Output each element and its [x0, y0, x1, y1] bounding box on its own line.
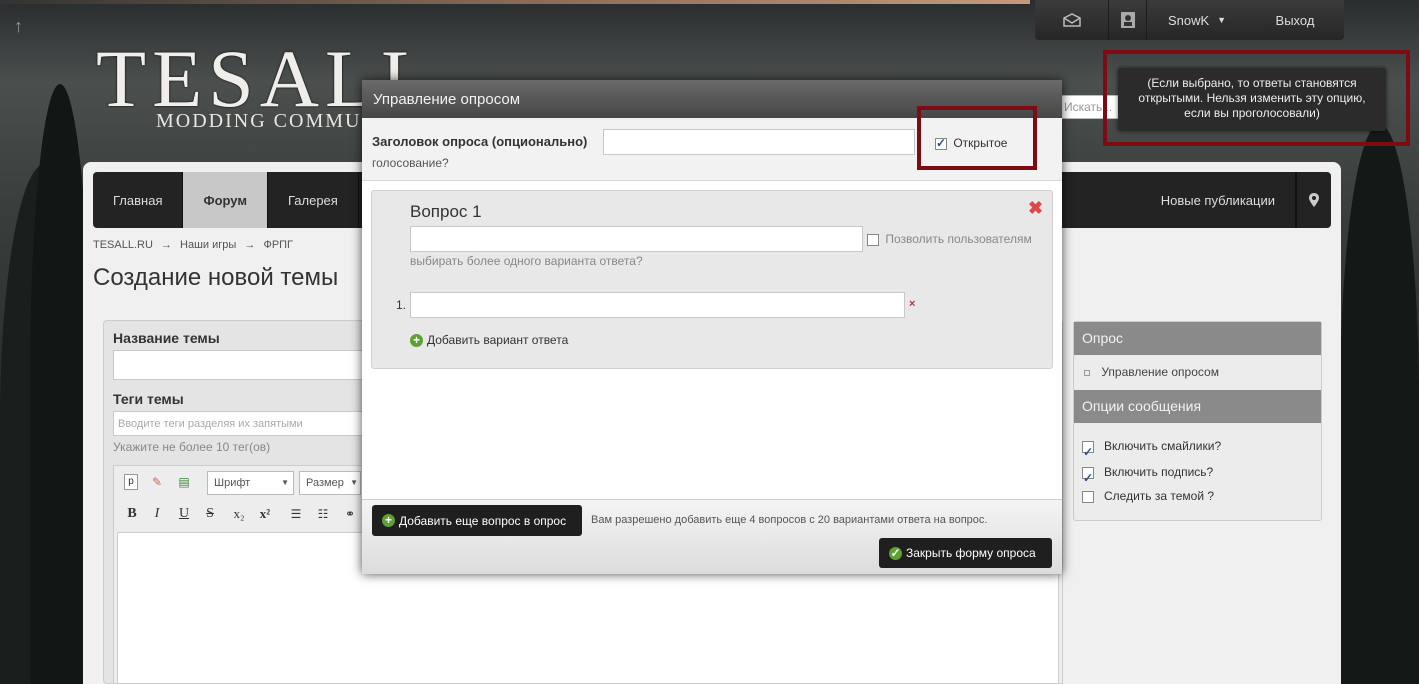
- manage-poll-label: Управление опросом: [1101, 365, 1219, 379]
- subscript-icon[interactable]: x₂: [230, 505, 248, 523]
- font-select[interactable]: Шрифт ▼: [207, 471, 294, 495]
- signature-checkbox[interactable]: [1082, 465, 1094, 491]
- nav-item-forum[interactable]: Форум: [183, 172, 268, 228]
- option-follow[interactable]: Следить за темой ?: [1082, 483, 1313, 509]
- option-label: Включить подпись?: [1104, 465, 1214, 479]
- topic-tags-input[interactable]: Вводите теги разделяя их запятыми: [113, 411, 363, 436]
- manage-poll-link[interactable]: Управление опросом: [1074, 355, 1321, 390]
- nav-item-gallery[interactable]: Галерея: [268, 172, 359, 228]
- add-answer-label: Добавить вариант ответа: [427, 333, 569, 347]
- question-input[interactable]: [410, 226, 863, 252]
- poll-section-title: Опрос: [1074, 322, 1321, 355]
- delete-answer-icon[interactable]: ×: [909, 298, 915, 310]
- add-answer-link[interactable]: + Добавить вариант ответа: [410, 333, 568, 347]
- mail-icon[interactable]: [1035, 0, 1109, 40]
- topic-title-input[interactable]: [113, 350, 363, 380]
- bullet-list-icon[interactable]: ☰: [287, 505, 305, 523]
- close-poll-button[interactable]: ✓ Закрыть форму опроса: [879, 538, 1052, 568]
- strikethrough-icon[interactable]: S: [201, 505, 219, 523]
- smilies-checkbox[interactable]: [1082, 439, 1094, 465]
- superscript-icon[interactable]: x²: [256, 505, 274, 523]
- numbered-list-icon[interactable]: ☷: [314, 505, 332, 523]
- poll-title-label: Заголовок опроса (опционально): [372, 134, 588, 149]
- open-vote-label-cont: голосование?: [372, 156, 449, 170]
- scroll-up-arrow[interactable]: ↑: [14, 16, 23, 37]
- table-icon[interactable]: ▤: [175, 473, 193, 491]
- delete-question-icon[interactable]: ✖: [1028, 199, 1043, 217]
- topic-title-label: Название темы: [113, 330, 220, 346]
- underline-icon[interactable]: U: [175, 505, 193, 523]
- user-menu[interactable]: SnowK ▼: [1147, 0, 1247, 40]
- option-smilies[interactable]: Включить смайлики?: [1082, 433, 1313, 465]
- check-icon: ✓: [889, 545, 902, 560]
- sidebar: Опрос Управление опросом Опции сообщения…: [1073, 321, 1322, 521]
- breadcrumb-arrow: →: [160, 239, 172, 251]
- follow-checkbox[interactable]: [1082, 490, 1094, 503]
- option-label: Следить за темой ?: [1104, 489, 1215, 503]
- breadcrumb-arrow: →: [244, 239, 256, 251]
- plus-icon: +: [410, 334, 423, 347]
- font-select-value: Шрифт: [214, 477, 251, 489]
- add-question-button[interactable]: + Добавить еще вопрос в опрос: [372, 505, 582, 536]
- location-pin-icon[interactable]: [1296, 172, 1331, 228]
- user-name: SnowK: [1167, 12, 1210, 28]
- nav-item-new-posts[interactable]: Новые публикации: [1141, 172, 1296, 228]
- option-label: Включить смайлики?: [1104, 439, 1222, 453]
- close-poll-label: Закрыть форму опроса: [906, 546, 1036, 560]
- bullet-icon: [1084, 369, 1090, 376]
- chevron-down-icon: ▼: [1217, 15, 1227, 25]
- link-icon[interactable]: ⚭: [341, 505, 359, 523]
- logout-link[interactable]: Выход: [1247, 0, 1343, 40]
- chevron-down-icon: ▼: [350, 478, 358, 487]
- option-signature[interactable]: Включить подпись?: [1082, 459, 1313, 491]
- question-title: Вопрос 1: [410, 202, 482, 221]
- multi-answer-checkbox[interactable]: [867, 233, 879, 246]
- multi-answer-label-cont: выбирать более одного варианта ответа?: [410, 254, 643, 268]
- profile-icon[interactable]: [1109, 0, 1147, 40]
- source-icon[interactable]: p: [124, 474, 138, 490]
- breadcrumb-home[interactable]: TESALL.RU: [93, 239, 153, 251]
- poll-title-input[interactable]: [603, 129, 915, 155]
- user-bar: SnowK ▼ Выход: [1035, 0, 1344, 40]
- limits-note: Вам разрешено добавить еще 4 вопросов с …: [591, 514, 988, 526]
- answer-input[interactable]: [410, 292, 905, 318]
- plus-icon: +: [382, 514, 395, 527]
- multi-answer-label: Позволить пользователям: [885, 232, 1032, 246]
- post-options-title: Опции сообщения: [1074, 390, 1321, 423]
- italic-icon[interactable]: I: [148, 505, 166, 523]
- chevron-down-icon: ▼: [281, 478, 289, 487]
- size-select[interactable]: Размер ▼: [299, 471, 361, 495]
- page-title: Создание новой темы: [93, 264, 339, 291]
- highlight-box: [917, 106, 1037, 170]
- breadcrumb-frpg[interactable]: ФРПГ: [263, 239, 293, 251]
- add-question-label: Добавить еще вопрос в опрос: [399, 513, 567, 528]
- breadcrumb-games[interactable]: Наши игры: [180, 239, 236, 251]
- tags-hint: Укажите не более 10 тег(ов): [113, 440, 271, 454]
- eraser-icon[interactable]: ✎: [148, 473, 166, 491]
- topic-tags-label: Теги темы: [113, 391, 184, 407]
- bold-icon[interactable]: B: [123, 505, 141, 523]
- poll-modal: Управление опросом Заголовок опроса (опц…: [362, 80, 1062, 574]
- tooltip-highlight-box: [1103, 50, 1410, 146]
- nav-item-home[interactable]: Главная: [93, 172, 184, 228]
- multi-answer-option[interactable]: Позволить пользователям: [867, 232, 1032, 246]
- breadcrumb: TESALL.RU → Наши игры → ФРПГ: [93, 239, 293, 251]
- size-select-value: Размер: [306, 477, 344, 489]
- answer-number: 1.: [396, 298, 407, 312]
